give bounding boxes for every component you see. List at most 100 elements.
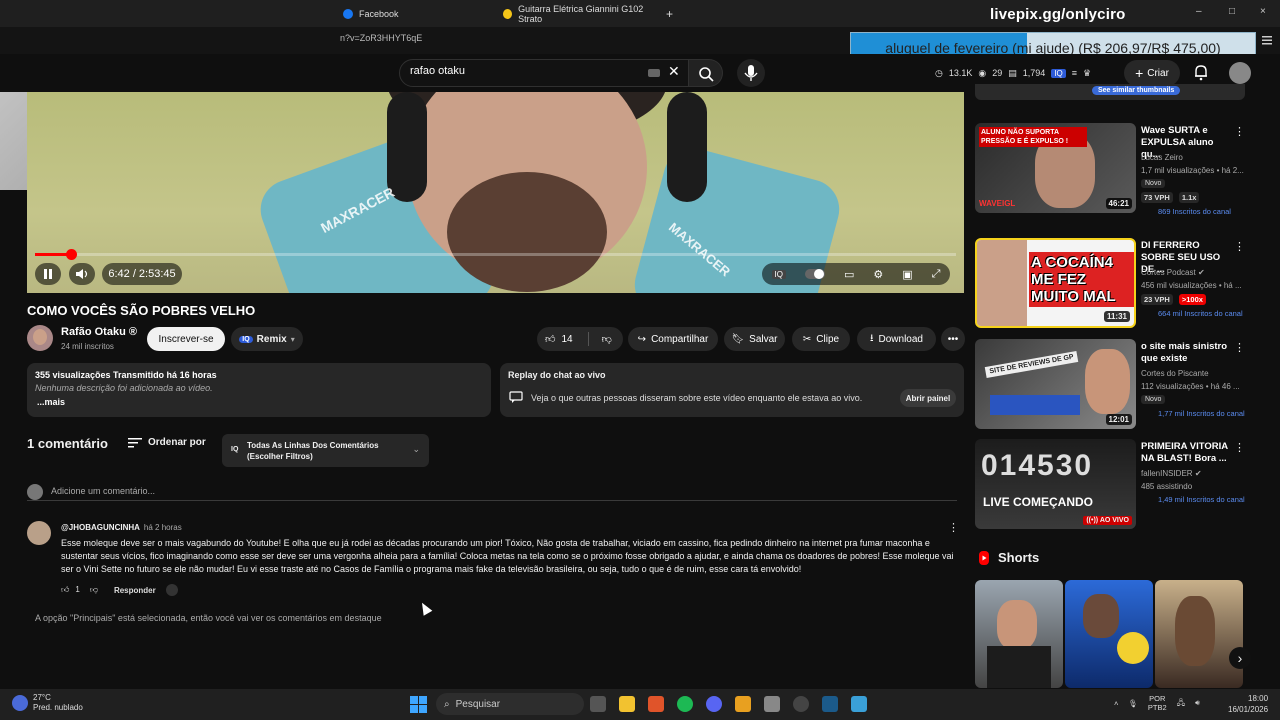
recommendation-channel[interactable]: Cortes Podcast ✔ bbox=[1141, 268, 1205, 277]
new-tab-button[interactable]: + bbox=[660, 3, 673, 25]
more-options-icon[interactable]: ⋮ bbox=[1234, 125, 1245, 138]
voice-search-button[interactable] bbox=[737, 59, 765, 87]
channel-name[interactable]: Rafão Otaku ® bbox=[61, 326, 137, 338]
shorts-next-button[interactable]: › bbox=[1229, 647, 1251, 669]
close-window-button[interactable]: × bbox=[1260, 6, 1266, 17]
notifications-bell-icon[interactable] bbox=[1192, 63, 1210, 81]
pause-button[interactable] bbox=[35, 263, 61, 285]
more-actions-button[interactable]: ••• bbox=[941, 327, 965, 351]
recommendation-channel[interactable]: Cortes do Piscante bbox=[1141, 369, 1209, 378]
recommendation-title[interactable]: o site mais sinistro que existe bbox=[1141, 341, 1235, 365]
weather-widget[interactable]: 27°C Pred. nublado bbox=[33, 693, 83, 713]
tab-label: Guitarra Elétrica Giannini G102 Strato bbox=[518, 4, 644, 24]
more-options-icon[interactable]: ⋮ bbox=[1234, 341, 1245, 354]
account-avatar[interactable] bbox=[1229, 62, 1251, 84]
theater-mode-icon[interactable]: ▣ bbox=[902, 268, 912, 281]
subscribe-button[interactable]: Inscrever-se bbox=[147, 327, 225, 351]
more-options-icon[interactable]: ⋮ bbox=[1234, 441, 1245, 454]
recommendation-thumbnail[interactable]: A COCAÍN4 ME FEZ MUITO MAL 11:31 bbox=[975, 238, 1136, 328]
recommendation-channel[interactable]: fallenINSIDER ✔ bbox=[1141, 469, 1202, 478]
keyboard-icon[interactable] bbox=[648, 69, 660, 77]
description-more-link[interactable]: ...mais bbox=[37, 397, 65, 407]
clip-button[interactable]: ✂ Clipe bbox=[792, 327, 850, 351]
comment-author-avatar[interactable] bbox=[27, 521, 51, 545]
description-box[interactable]: 355 visualizações Transmitido há 16 hora… bbox=[27, 363, 491, 417]
remix-button[interactable]: IQ Remix ▾ bbox=[231, 327, 303, 351]
clock-time: 18:00 bbox=[1248, 694, 1269, 703]
language-indicator[interactable]: POR PTB2 bbox=[1148, 694, 1167, 712]
recommendation-thumbnail[interactable]: ALUNO NÃO SUPORTA PRESSÃO E É EXPULSO ! … bbox=[975, 123, 1136, 213]
see-similar-thumbnails-button[interactable]: See similar thumbnails bbox=[1092, 86, 1181, 95]
minimize-button[interactable]: – bbox=[1196, 6, 1202, 17]
eye-icon: ◉ bbox=[978, 67, 987, 78]
autoplay-toggle[interactable] bbox=[804, 269, 825, 279]
taskbar-clock[interactable]: 18:00 16/01/2026 bbox=[1228, 693, 1268, 715]
dislike-button[interactable]: 👎︎ bbox=[602, 333, 612, 345]
subtitles-icon[interactable]: ▭ bbox=[844, 268, 854, 281]
taskbar-search[interactable]: ⌕ Pesquisar bbox=[436, 693, 584, 715]
calculator-icon[interactable] bbox=[764, 696, 780, 712]
comment-author[interactable]: @JHOBAGUNCINHA há 2 horas bbox=[61, 523, 182, 532]
recommendation-card[interactable]: 014530 LIVE COMEÇANDO ((•)) AO VIVO PRIM… bbox=[975, 439, 1245, 529]
vph-stats: 23 VPH >100x bbox=[1141, 294, 1206, 305]
short-thumbnail[interactable] bbox=[1065, 580, 1153, 688]
spotify-icon[interactable] bbox=[677, 696, 693, 712]
maximize-button[interactable]: □ bbox=[1229, 6, 1235, 17]
short-thumbnail[interactable] bbox=[1155, 580, 1243, 688]
search-box[interactable]: ✕ bbox=[399, 59, 689, 87]
file-explorer-icon[interactable] bbox=[619, 696, 635, 712]
discord-icon[interactable] bbox=[706, 696, 722, 712]
search-input[interactable] bbox=[410, 65, 640, 77]
clear-search-icon[interactable]: ✕ bbox=[668, 63, 680, 80]
video-progress-bar[interactable] bbox=[35, 249, 956, 260]
vidiq-icon[interactable]: IQ bbox=[1051, 68, 1066, 78]
recommendation-title[interactable]: PRIMEIRA VITORIA NA BLAST! Bora ... bbox=[1141, 441, 1235, 465]
search-button[interactable] bbox=[689, 59, 723, 87]
add-comment-field[interactable]: Adicione um comentário... bbox=[27, 483, 957, 501]
short-thumbnail[interactable] bbox=[975, 580, 1063, 688]
download-button[interactable]: ⭳ Download bbox=[857, 327, 936, 351]
notepad-icon[interactable] bbox=[851, 696, 867, 712]
reply-button[interactable]: Responder bbox=[114, 586, 156, 595]
tray-mic-icon[interactable]: 🎙︎ bbox=[1128, 699, 1138, 708]
comment-filter-dropdown[interactable]: IQ Todas As Linhas Dos Comentários (Esco… bbox=[222, 434, 429, 467]
vidiq-player-icon[interactable]: IQ bbox=[771, 269, 786, 279]
trophy-icon[interactable]: ♛ bbox=[1083, 68, 1091, 79]
reply-heart-icon[interactable] bbox=[165, 584, 178, 596]
like-button[interactable]: 👍︎ 14 bbox=[545, 333, 573, 346]
recommendation-card[interactable]: ALUNO NÃO SUPORTA PRESSÃO E É EXPULSO ! … bbox=[975, 123, 1245, 216]
sort-comments-button[interactable]: Ordenar por bbox=[128, 437, 206, 448]
app-icon[interactable] bbox=[735, 696, 751, 712]
recommendation-thumbnail[interactable]: SITE DE REVIEWS DE GP 12:01 bbox=[975, 339, 1136, 429]
windows-start-icon[interactable] bbox=[410, 696, 427, 713]
network-icon[interactable]: 🖧︎ bbox=[1177, 697, 1185, 710]
browser-tab-guitar[interactable]: Guitarra Elétrica Giannini G102 Strato bbox=[497, 3, 657, 25]
browser-menu-icon[interactable] bbox=[1262, 35, 1272, 45]
settings-gear-icon[interactable]: ⚙ bbox=[873, 268, 883, 281]
volume-icon[interactable]: 🔊︎ bbox=[1195, 698, 1200, 708]
obs-icon[interactable] bbox=[793, 696, 809, 712]
progress-scrubber[interactable] bbox=[65, 249, 77, 260]
open-chat-panel-button[interactable]: Abrir painel bbox=[900, 389, 956, 407]
steam-icon[interactable] bbox=[822, 696, 838, 712]
recommendation-channel[interactable]: Lucas Zeiro bbox=[1141, 153, 1183, 162]
comment-like-button[interactable]: 👍︎ 1 bbox=[61, 585, 80, 595]
weather-icon[interactable] bbox=[12, 695, 28, 711]
recommendation-thumbnail[interactable]: 014530 LIVE COMEÇANDO ((•)) AO VIVO bbox=[975, 439, 1136, 529]
create-button[interactable]: + Criar bbox=[1124, 60, 1180, 86]
task-view-icon[interactable] bbox=[590, 696, 606, 712]
tray-chevron-icon[interactable]: ˄ bbox=[1114, 699, 1118, 708]
channel-avatar[interactable] bbox=[27, 325, 53, 351]
list-icon[interactable]: ≡ bbox=[1072, 68, 1077, 78]
comment-dislike-button[interactable]: 👎︎ bbox=[90, 585, 98, 595]
comment-menu-icon[interactable]: ⋮ bbox=[948, 521, 959, 534]
browser-tab-facebook[interactable]: Facebook bbox=[337, 3, 497, 25]
recommendation-card[interactable]: A COCAÍN4 ME FEZ MUITO MAL 11:31 DI FERR… bbox=[975, 238, 1245, 328]
brave-browser-icon[interactable] bbox=[648, 696, 664, 712]
fullscreen-icon[interactable]: ⤢ bbox=[932, 268, 941, 281]
save-button[interactable]: 🔖︎ Salvar bbox=[724, 327, 785, 351]
share-button[interactable]: ↪ Compartilhar bbox=[628, 327, 718, 351]
more-options-icon[interactable]: ⋮ bbox=[1234, 240, 1245, 253]
recommendation-card[interactable]: SITE DE REVIEWS DE GP 12:01 o site mais … bbox=[975, 339, 1245, 429]
mute-button[interactable] bbox=[69, 263, 95, 285]
